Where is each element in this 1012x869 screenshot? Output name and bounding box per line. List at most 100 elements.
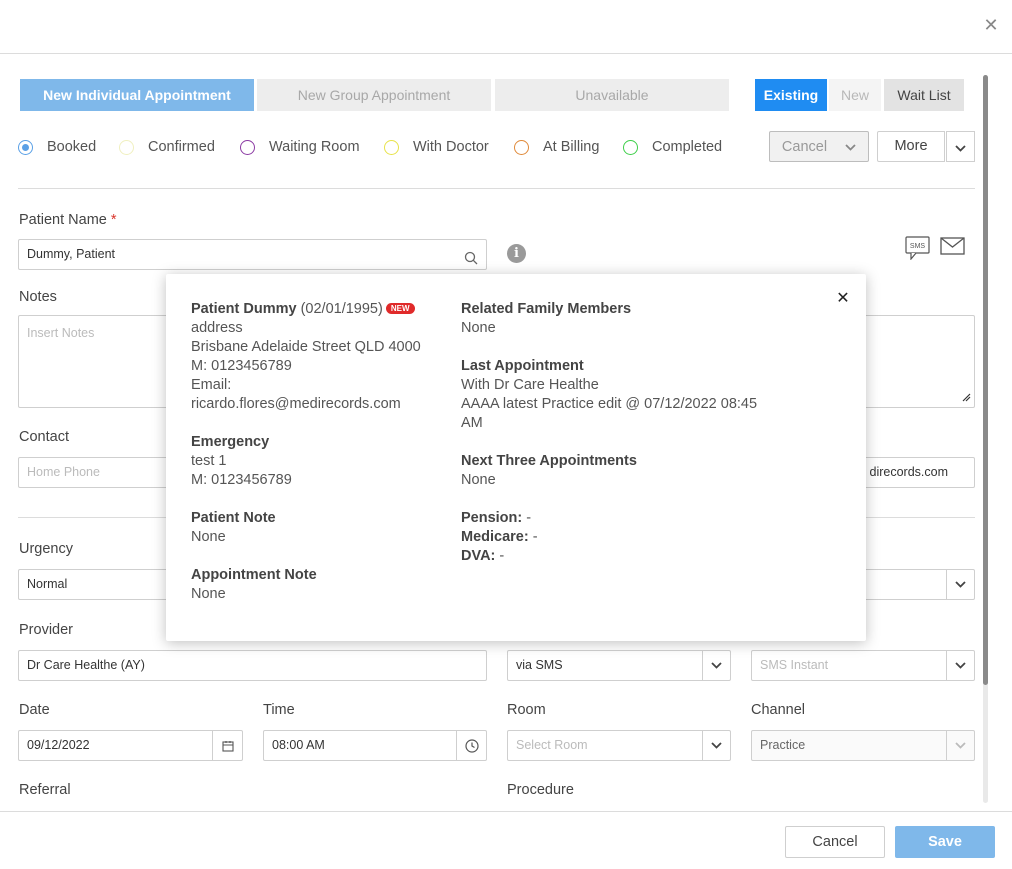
provider-label: Provider <box>19 622 73 638</box>
cancel-appointment-dropdown[interactable]: Cancel <box>769 131 869 162</box>
patient-name-label: Patient Name * <box>19 212 117 228</box>
procedure-label: Procedure <box>507 782 574 798</box>
provider-input[interactable]: Dr Care Healthe (AY) <box>18 650 487 681</box>
patient-identity: Patient Dummy (02/01/1995) NEW address Br… <box>191 300 441 414</box>
more-button[interactable]: More <box>877 131 945 162</box>
family-value: None <box>461 320 496 336</box>
search-icon[interactable] <box>464 247 478 276</box>
status-with-doctor[interactable]: With Doctor <box>384 137 489 157</box>
reminder-method-select[interactable]: via SMS <box>507 650 731 681</box>
chevron-down-icon <box>702 731 730 760</box>
sms-timing-placeholder: SMS Instant <box>760 658 829 672</box>
email-value: direcords.com <box>869 465 949 479</box>
next-appointments-block: Next Three Appointments None <box>461 452 761 490</box>
calendar-icon[interactable] <box>212 731 242 760</box>
radio-icon[interactable] <box>240 139 255 155</box>
more-dropdown-toggle[interactable] <box>946 131 975 162</box>
status-label: Booked <box>47 139 97 155</box>
scrollbar-thumb[interactable] <box>983 75 988 685</box>
cancel-dropdown-label: Cancel <box>781 138 828 155</box>
close-dialog-icon[interactable]: ✕ <box>980 14 1002 36</box>
room-label: Room <box>507 702 546 718</box>
last-appointment-block: Last Appointment With Dr Care Healthe AA… <box>461 357 761 433</box>
wait-list-button[interactable]: Wait List <box>884 79 964 111</box>
section-divider <box>18 188 975 189</box>
status-waiting-room[interactable]: Waiting Room <box>240 137 360 157</box>
medicare-line: Medicare: - <box>461 528 761 547</box>
radio-icon[interactable] <box>623 139 638 155</box>
mobile-value: M: 0123456789 <box>191 358 292 374</box>
status-completed[interactable]: Completed <box>623 137 722 157</box>
new-patient-button[interactable]: New <box>829 79 881 111</box>
emergency-mobile: M: 0123456789 <box>191 472 292 488</box>
time-input[interactable]: 08:00 AM <box>263 730 487 761</box>
dva-line: DVA: - <box>461 547 761 566</box>
emergency-heading: Emergency <box>191 434 270 450</box>
appointment-note-block: Appointment Note None <box>191 566 441 604</box>
email-icon[interactable] <box>940 237 965 258</box>
family-heading: Related Family Members <box>461 301 632 317</box>
tab-new-group-appointment[interactable]: New Group Appointment <box>257 79 491 111</box>
status-label: Confirmed <box>148 139 215 155</box>
sms-timing-select[interactable]: SMS Instant <box>751 650 975 681</box>
popover-arrow <box>508 265 526 274</box>
patient-name-label-text: Patient Name <box>19 212 107 228</box>
patient-name-line: Patient Dummy (02/01/1995) NEW <box>191 300 441 319</box>
status-label: With Doctor <box>413 139 489 155</box>
family-block: Related Family Members None <box>461 300 761 338</box>
radio-icon[interactable] <box>384 139 399 155</box>
pension-label: Pension: <box>461 510 523 526</box>
patient-name: Patient Dummy <box>191 301 297 317</box>
patient-name-input[interactable]: Dummy, Patient <box>18 239 487 270</box>
urgency-value: Normal <box>27 577 68 591</box>
status-label: Waiting Room <box>269 139 360 155</box>
next-appointments-value: None <box>461 472 496 488</box>
info-icon[interactable]: i <box>507 244 526 263</box>
contact-label: Contact <box>19 429 69 445</box>
patient-note-heading: Patient Note <box>191 510 276 526</box>
tab-unavailable[interactable]: Unavailable <box>495 79 729 111</box>
new-badge: NEW <box>385 303 415 314</box>
status-confirmed[interactable]: Confirmed <box>119 137 215 157</box>
appointment-note-value: None <box>191 586 226 602</box>
channel-select[interactable]: Practice <box>751 730 975 761</box>
status-label: At Billing <box>543 139 600 155</box>
email-value: ricardo.flores@medirecords.com <box>191 396 401 412</box>
address-label: address <box>191 320 243 336</box>
status-booked[interactable]: Booked <box>18 137 96 157</box>
room-placeholder: Select Room <box>516 738 588 752</box>
notes-placeholder: Insert Notes <box>27 326 95 340</box>
time-label: Time <box>263 702 295 718</box>
urgency-label: Urgency <box>19 541 73 557</box>
radio-icon[interactable] <box>18 139 33 155</box>
clock-icon[interactable] <box>456 731 486 760</box>
last-appointment-provider: With Dr Care Healthe <box>461 377 599 393</box>
dva-value: - <box>495 548 505 564</box>
radio-icon[interactable] <box>119 139 134 155</box>
room-select[interactable]: Select Room <box>507 730 731 761</box>
channel-value: Practice <box>760 738 806 752</box>
radio-icon[interactable] <box>514 139 529 155</box>
chevron-down-icon <box>946 731 974 760</box>
referral-label: Referral <box>19 782 71 798</box>
date-label: Date <box>19 702 50 718</box>
last-appointment-heading: Last Appointment <box>461 358 584 374</box>
date-input[interactable]: 09/12/2022 <box>18 730 243 761</box>
close-icon[interactable]: ✕ <box>835 290 851 308</box>
patient-note-block: Patient Note None <box>191 509 441 547</box>
provider-value: Dr Care Healthe (AY) <box>27 658 145 672</box>
existing-patient-button[interactable]: Existing <box>755 79 827 111</box>
resize-handle-icon[interactable] <box>962 391 971 405</box>
date-value: 09/12/2022 <box>27 738 90 752</box>
email-label: Email: <box>191 377 232 393</box>
pension-line: Pension: - <box>461 509 761 528</box>
tab-new-individual-appointment[interactable]: New Individual Appointment <box>20 79 254 111</box>
chevron-down-icon <box>845 139 856 155</box>
save-button[interactable]: Save <box>895 826 995 858</box>
sms-icon[interactable]: SMS <box>905 236 930 263</box>
home-phone-placeholder: Home Phone <box>27 465 100 479</box>
dva-label: DVA: <box>461 548 496 564</box>
last-appointment-detail-cont: AM <box>461 415 483 431</box>
cancel-button[interactable]: Cancel <box>785 826 885 858</box>
status-at-billing[interactable]: At Billing <box>514 137 599 157</box>
